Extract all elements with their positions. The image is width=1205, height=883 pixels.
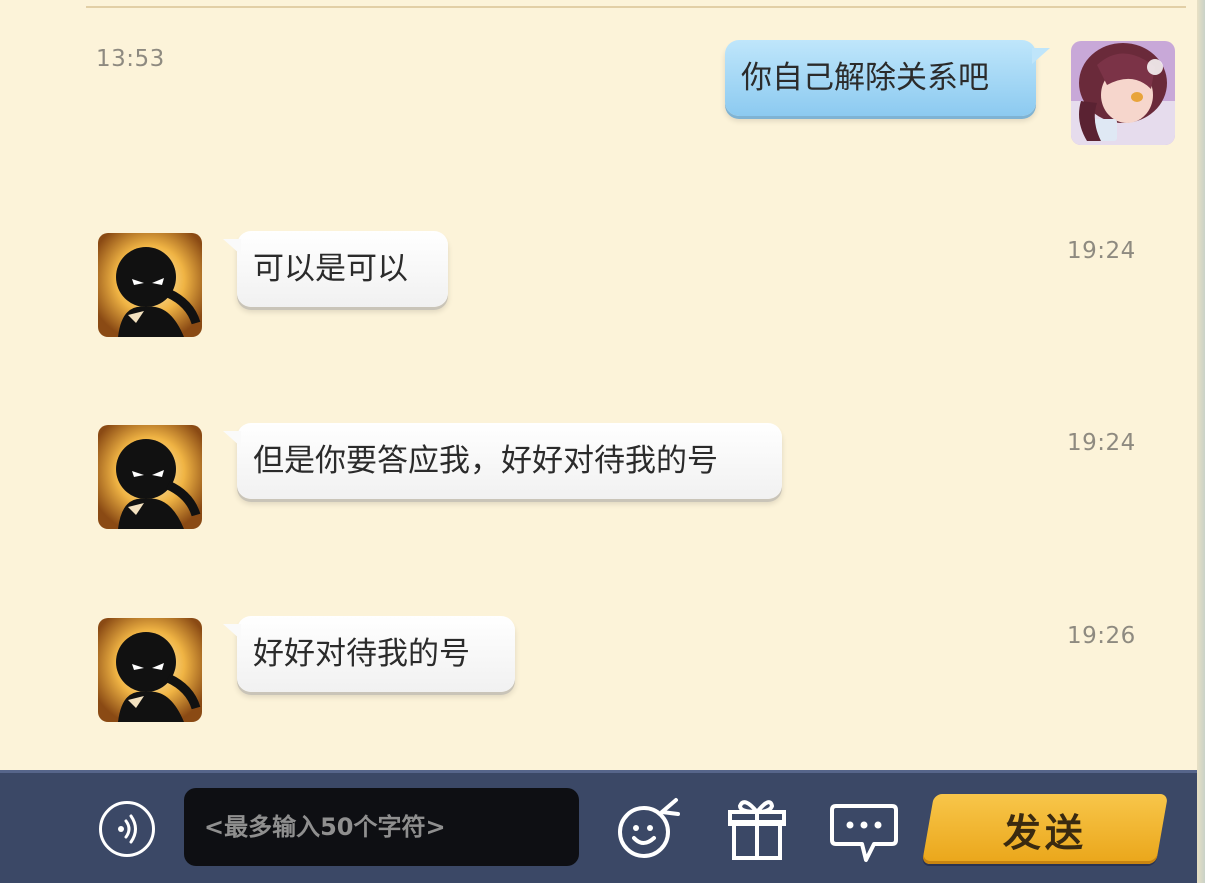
chat-bubble-received[interactable]: 好好对待我的号 [223, 616, 515, 692]
chat-bubble-icon [830, 804, 898, 862]
gift-icon [728, 800, 786, 860]
chat-bubble-received[interactable]: 可以是可以 [223, 231, 448, 307]
send-button[interactable]: 发送 [921, 794, 1169, 864]
chat-bubble-received[interactable]: 但是你要答应我，好好对待我的号 [223, 423, 782, 499]
message-timestamp: 19:24 [1067, 238, 1136, 264]
window-edge [1197, 0, 1205, 883]
message-text: 但是你要答应我，好好对待我的号 [253, 443, 718, 479]
message-text: 好好对待我的号 [253, 636, 470, 672]
voice-icon [118, 814, 137, 844]
anime-girl-avatar[interactable] [1071, 41, 1175, 145]
shadow-ninja-avatar[interactable] [98, 233, 202, 337]
shadow-ninja-avatar[interactable] [98, 425, 202, 529]
message-timestamp: 19:26 [1067, 623, 1136, 649]
emoji-button[interactable] [612, 792, 684, 868]
divider [86, 6, 1186, 8]
voice-button[interactable] [99, 801, 155, 857]
send-button-label: 发送 [1002, 810, 1087, 855]
message-input[interactable] [184, 788, 579, 866]
message-timestamp: 13:53 [96, 46, 165, 72]
gift-button[interactable] [726, 792, 788, 866]
more-chat-button[interactable] [828, 796, 900, 870]
chat-bubble-sent[interactable]: 你自己解除关系吧 [725, 40, 1050, 116]
chat-message-area[interactable]: 13:53 你自己解除关系吧 可以是可以 19:24 但是你要答应我，好好对待我… [0, 0, 1197, 770]
message-text: 你自己解除关系吧 [741, 60, 989, 96]
emoji-icon [618, 798, 680, 858]
shadow-ninja-avatar[interactable] [98, 618, 202, 722]
chat-input-bar: 发送 [0, 770, 1197, 883]
message-text: 可以是可以 [253, 251, 408, 287]
message-timestamp: 19:24 [1067, 430, 1136, 456]
